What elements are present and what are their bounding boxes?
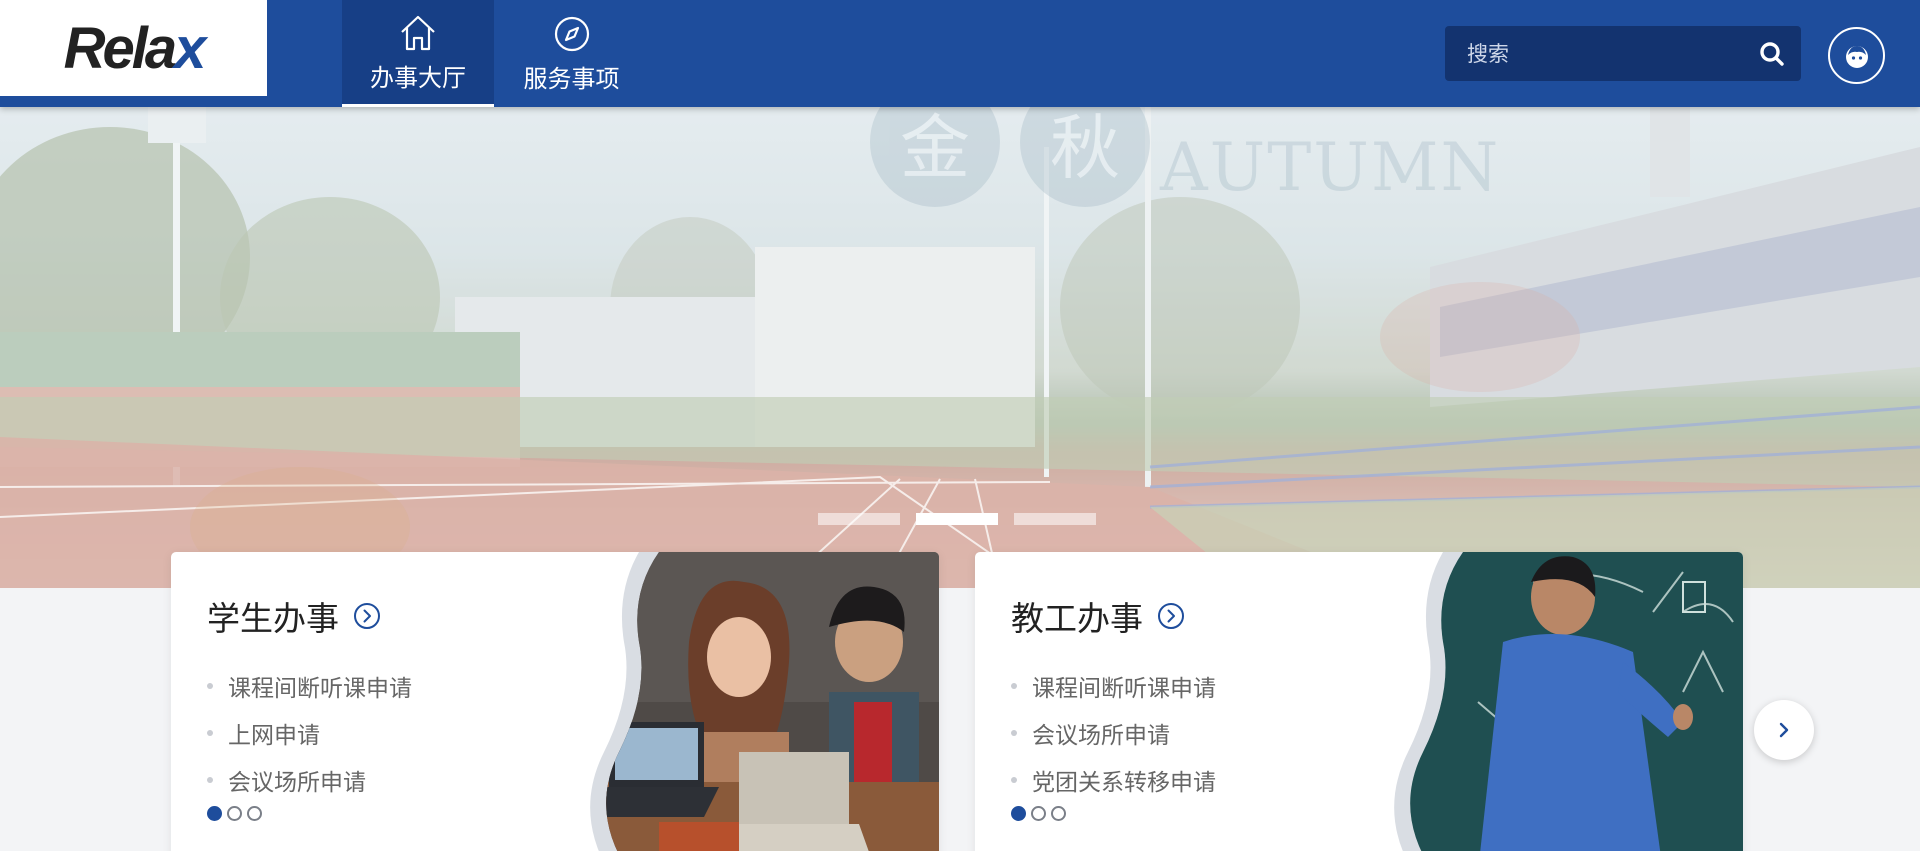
page-dot[interactable] [1031, 806, 1046, 821]
list-item[interactable]: 会议场所申请 [207, 756, 412, 803]
list-item[interactable]: 课程间断听课申请 [1011, 662, 1216, 709]
search-input[interactable] [1445, 26, 1745, 81]
nav-item-service-items[interactable]: 服务事项 [494, 0, 649, 107]
page-dot-active[interactable] [1011, 806, 1026, 821]
watermark-char: 金 [870, 107, 1000, 207]
banner-slider-indicators [818, 513, 1096, 525]
logo-text-x: x [174, 15, 206, 81]
cards-next-button[interactable] [1754, 700, 1814, 760]
slide-indicator-active[interactable] [916, 513, 998, 525]
logo[interactable]: Relax [0, 0, 267, 96]
staff-affairs-list: 课程间断听课申请 会议场所申请 党团关系转移申请 [1011, 662, 1216, 803]
list-item[interactable]: 上网申请 [207, 709, 412, 756]
hero-banner: 金 秋 AUTUMN [0, 107, 1920, 588]
slide-indicator[interactable] [1014, 513, 1096, 525]
card-title: 教工办事 [1011, 599, 1143, 638]
list-item[interactable]: 课程间断听课申请 [207, 662, 412, 709]
user-face-icon [1845, 45, 1868, 68]
user-avatar-button[interactable] [1828, 27, 1885, 84]
chevron-right-icon [1779, 722, 1789, 738]
nav-item-service-hall[interactable]: 办事大厅 [342, 0, 494, 107]
watermark-text: AUTUMN [1160, 128, 1501, 206]
home-icon [401, 15, 435, 50]
slide-indicator[interactable] [818, 513, 900, 525]
page-dot[interactable] [1051, 806, 1066, 821]
students-laptop-image [590, 552, 939, 851]
staff-affairs-title-link[interactable]: 教工办事 [1011, 592, 1185, 640]
card-pagination-dots [207, 806, 262, 821]
nav-label: 办事大厅 [370, 63, 466, 92]
staff-affairs-card: 教工办事 课程间断听课申请 会议场所申请 党团关系转移申请 [975, 552, 1743, 851]
list-item[interactable]: 会议场所申请 [1011, 709, 1216, 756]
teacher-chalkboard-image [1394, 552, 1743, 851]
circle-arrow-right-icon [1158, 603, 1184, 629]
nav-label: 服务事项 [523, 65, 620, 93]
student-affairs-list: 课程间断听课申请 上网申请 会议场所申请 [207, 662, 412, 803]
student-affairs-card: 学生办事 课程间断听课申请 上网申请 会议场所申请 [171, 552, 939, 851]
circle-arrow-right-icon [354, 603, 380, 629]
compass-icon [554, 16, 589, 52]
autumn-watermark: 金 秋 AUTUMN [870, 107, 1500, 207]
student-affairs-title-link[interactable]: 学生办事 [207, 592, 381, 640]
watermark-char: 秋 [1020, 107, 1150, 207]
card-title: 学生办事 [207, 599, 339, 638]
card-pagination-dots [1011, 806, 1066, 821]
top-navbar: Relax 办事大厅 服务事项 [0, 0, 1920, 107]
search-box [1445, 26, 1801, 81]
page-dot[interactable] [227, 806, 242, 821]
logo-text: Rela [63, 15, 178, 81]
page-dot-active[interactable] [207, 806, 222, 821]
search-icon[interactable] [1757, 39, 1787, 69]
list-item[interactable]: 党团关系转移申请 [1011, 756, 1216, 803]
page-dot[interactable] [247, 806, 262, 821]
